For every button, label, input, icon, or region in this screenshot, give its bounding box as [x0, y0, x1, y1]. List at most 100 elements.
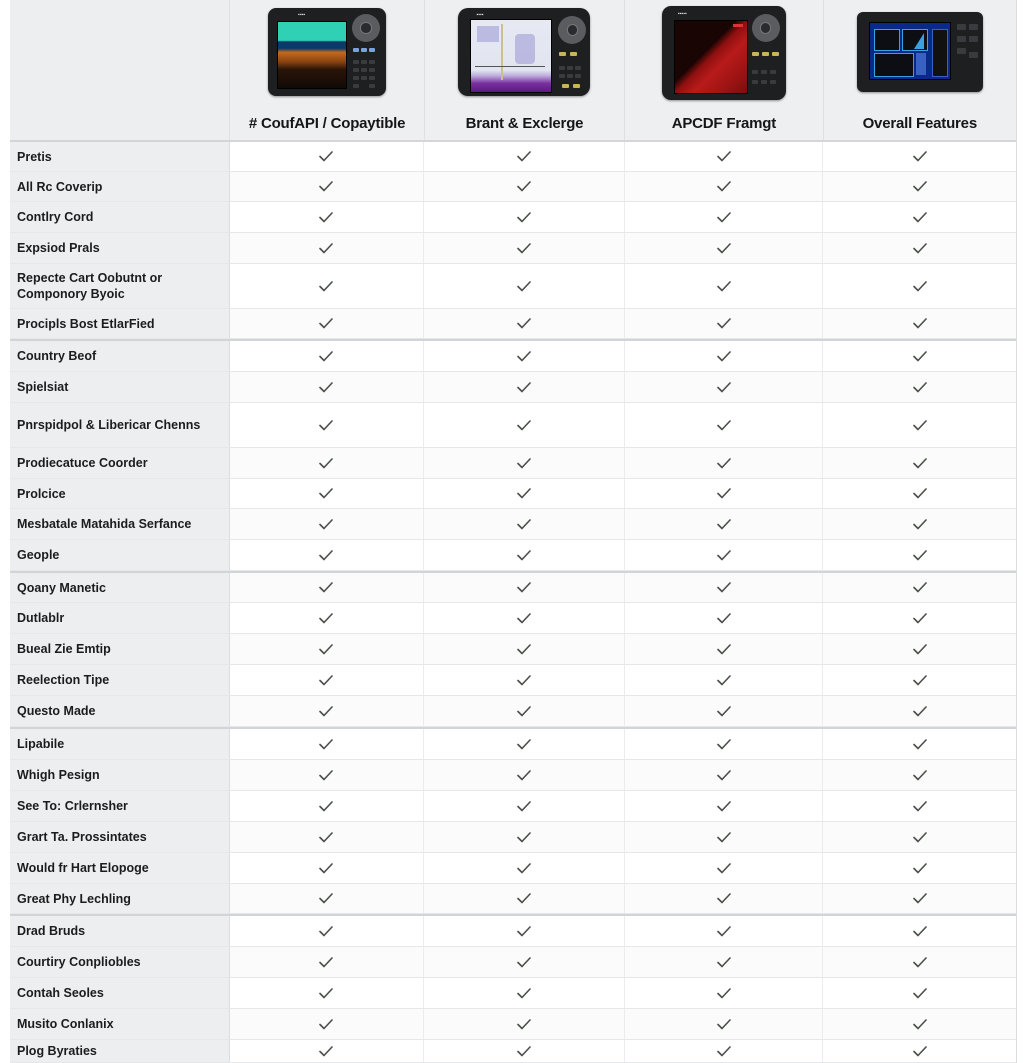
checkmark-icon	[319, 242, 334, 253]
table-row: Pnrspidpol & Libericar Chenns	[10, 403, 1016, 448]
feature-cell	[624, 142, 824, 171]
checkmark-icon	[912, 181, 927, 192]
comparison-table: ▪▪▪▪ # CoufAPI / Copaytible ▪▪▪▪ Brant &…	[10, 0, 1017, 1063]
feature-cell	[424, 1009, 625, 1039]
feature-cell	[424, 341, 625, 371]
feature-cell	[624, 760, 824, 790]
feature-cell	[823, 634, 1016, 664]
table-body: Pretis All Rc Coverip Contlry Cord Expsiod …	[10, 142, 1016, 1063]
checkmark-icon	[319, 280, 334, 291]
checkmark-icon	[319, 488, 334, 499]
feature-label: All Rc Coverip	[10, 172, 230, 201]
feature-cell	[424, 696, 625, 726]
feature-cell	[823, 172, 1016, 201]
feature-cell	[229, 309, 425, 338]
feature-cell	[624, 573, 824, 602]
table-row: Spielsiat	[10, 372, 1016, 403]
feature-cell	[823, 791, 1016, 821]
column-header: ▪▪▪▪ Brant & Exclerge	[425, 0, 626, 140]
feature-cell	[424, 947, 625, 977]
feature-label: Plog Byraties	[10, 1040, 230, 1062]
feature-cell	[624, 603, 824, 633]
checkmark-icon	[716, 381, 731, 392]
feature-cell	[229, 172, 425, 201]
checkmark-icon	[716, 151, 731, 162]
checkmark-icon	[716, 925, 731, 936]
feature-cell	[229, 509, 425, 539]
checkmark-icon	[517, 893, 531, 904]
checkmark-icon	[319, 518, 334, 529]
checkmark-icon	[912, 612, 927, 623]
feature-cell	[823, 822, 1016, 852]
checkmark-icon	[517, 987, 531, 998]
table-row: Mesbatale Matahida Serfance	[10, 509, 1016, 540]
feature-cell	[624, 403, 824, 447]
feature-cell	[229, 403, 425, 447]
feature-cell	[424, 791, 625, 821]
feature-cell	[424, 573, 625, 602]
checkmark-icon	[716, 1018, 731, 1029]
checkmark-icon	[716, 893, 731, 904]
column-header-label: Brant & Exclerge	[465, 115, 584, 132]
feature-label: Great Phy Lechling	[10, 884, 230, 913]
checkmark-icon	[716, 549, 731, 560]
checkmark-icon	[517, 674, 531, 685]
checkmark-icon	[319, 151, 334, 162]
feature-cell	[624, 1009, 824, 1039]
feature-label: Drad Bruds	[10, 916, 230, 946]
table-row: Prolcice	[10, 479, 1016, 509]
feature-cell	[823, 372, 1016, 402]
checkmark-icon	[517, 738, 531, 749]
feature-cell	[823, 916, 1016, 946]
checkmark-icon	[517, 862, 531, 873]
table-row: Grart Ta. Prossintates	[10, 822, 1016, 853]
checkmark-icon	[319, 350, 334, 361]
feature-cell	[229, 665, 425, 695]
feature-cell	[624, 1040, 824, 1062]
feature-cell	[624, 978, 824, 1008]
feature-cell	[229, 634, 425, 664]
checkmark-icon	[517, 612, 531, 623]
table-row: Country Beof	[10, 339, 1016, 372]
checkmark-icon	[517, 242, 531, 253]
feature-cell	[624, 448, 824, 478]
table-row: Musito Conlanix	[10, 1009, 1016, 1040]
column-header: Overall Features	[824, 0, 1016, 140]
feature-cell	[823, 603, 1016, 633]
checkmark-icon	[912, 549, 927, 560]
feature-cell	[424, 142, 625, 171]
feature-cell	[823, 142, 1016, 171]
feature-cell	[624, 947, 824, 977]
checkmark-icon	[517, 1045, 531, 1056]
feature-label: Geople	[10, 540, 230, 570]
feature-cell	[424, 1040, 625, 1062]
feature-cell	[229, 1040, 425, 1062]
feature-cell	[229, 448, 425, 478]
column-header-label: APCDF Framgt	[671, 115, 777, 132]
checkmark-icon	[716, 1045, 731, 1056]
fishfinder-sonar-device-icon: ▪▪▪▪	[268, 8, 387, 96]
feature-cell	[624, 341, 824, 371]
feature-cell	[424, 509, 625, 539]
checkmark-icon	[517, 211, 531, 222]
feature-cell	[229, 603, 425, 633]
feature-cell	[229, 573, 425, 602]
feature-cell	[823, 202, 1016, 232]
feature-label: Contlry Cord	[10, 202, 230, 232]
checkmark-icon	[517, 705, 531, 716]
feature-cell	[424, 403, 625, 447]
table-row: Dutlablr	[10, 603, 1016, 634]
column-header-label: Overall Features	[862, 115, 978, 132]
table-row: Lipabile	[10, 727, 1016, 760]
table-row: Geople	[10, 540, 1016, 571]
feature-cell	[424, 202, 625, 232]
feature-cell	[624, 853, 824, 883]
checkmark-icon	[716, 769, 731, 780]
checkmark-icon	[319, 612, 334, 623]
checkmark-icon	[319, 831, 334, 842]
column-header-label: # CoufAPI / Copaytible	[248, 115, 406, 132]
checkmark-icon	[716, 518, 731, 529]
feature-cell	[823, 947, 1016, 977]
feature-cell	[229, 947, 425, 977]
table-row: Great Phy Lechling	[10, 884, 1016, 914]
